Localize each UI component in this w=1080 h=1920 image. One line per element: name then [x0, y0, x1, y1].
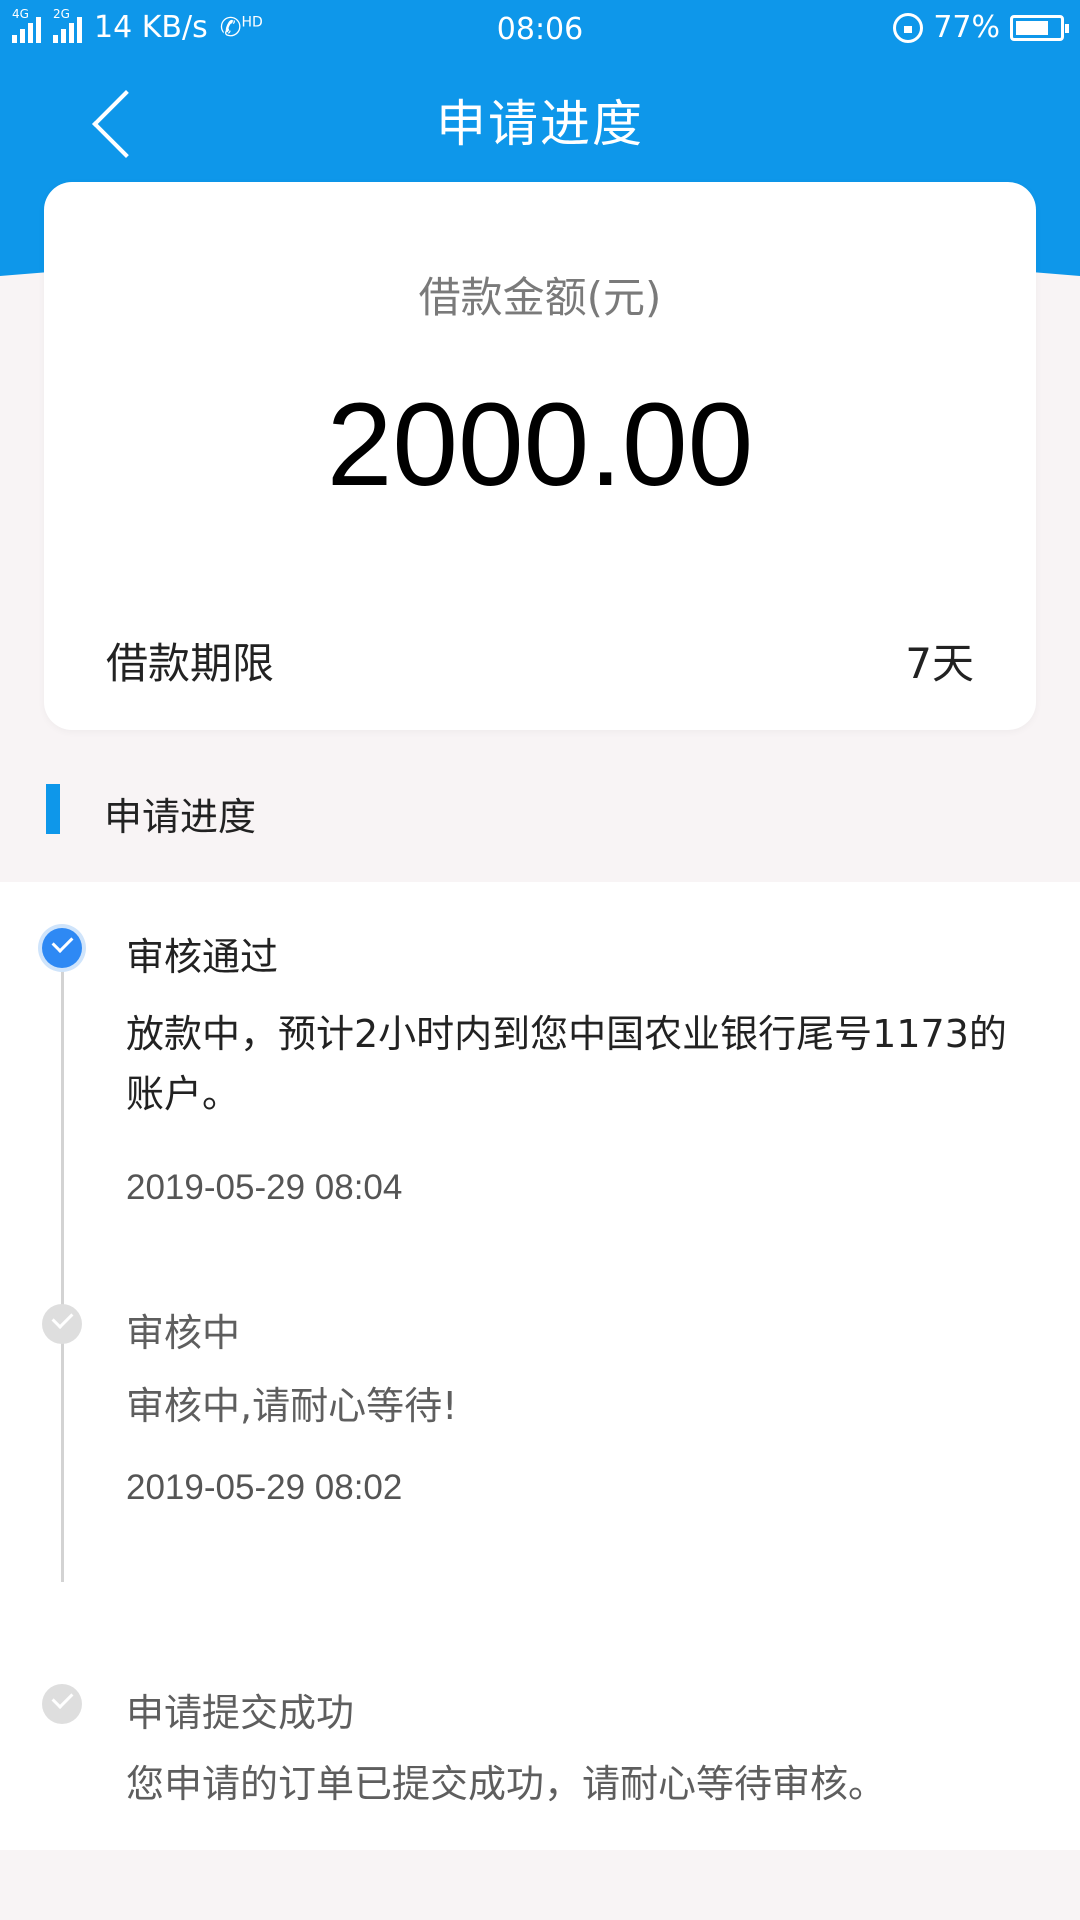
step-description: 您申请的订单已提交成功，请耐心等待审核。: [126, 1762, 887, 1806]
loan-amount-label: 借款金额(元): [418, 273, 662, 322]
timeline-line: [61, 948, 64, 1582]
section-accent-bar: [46, 784, 60, 834]
step-done-check-icon: [42, 928, 82, 968]
step-pending-check-icon: [42, 1684, 82, 1724]
rotation-lock-icon: [893, 12, 924, 43]
battery-percent: 77%: [933, 10, 1000, 45]
battery-fill: [1016, 20, 1048, 35]
loan-amount-value: 2000.00: [326, 379, 754, 511]
loan-summary-card: 借款金额(元) 2000.00 借款期限 7天: [44, 182, 1036, 730]
progress-section-header: 申请进度: [0, 770, 1080, 850]
step-title: 审核通过: [126, 935, 279, 979]
step-title: 申请提交成功: [126, 1691, 355, 1735]
check-mark: [51, 1687, 74, 1709]
page-title: 申请进度: [436, 95, 644, 153]
check-mark: [51, 1307, 74, 1329]
check-mark: [51, 931, 74, 953]
progress-section-title: 申请进度: [104, 795, 257, 839]
status-bar: 4G 2G 14 KB/s ✆HD 08:06 77%: [0, 0, 1080, 60]
step-description: 审核中,请耐心等待!: [126, 1384, 458, 1428]
progress-timeline: 审核通过 放款中，预计2小时内到您中国农业银行尾号1173的账户。 2019-0…: [0, 882, 1080, 1850]
navigation-bar: 申请进度: [0, 60, 1080, 170]
loan-term-label: 借款期限: [106, 639, 275, 688]
step-title: 审核中: [126, 1311, 241, 1355]
step-time: 2019-05-29 08:02: [126, 1468, 403, 1507]
step-pending-check-icon: [42, 1304, 82, 1344]
battery-icon: [1010, 14, 1069, 41]
step-time: 2019-05-29 08:04: [126, 1168, 403, 1207]
step-description: 放款中，预计2小时内到您中国农业银行尾号1173的账户。: [126, 1012, 1007, 1116]
status-right: 77%: [893, 10, 1069, 45]
loan-term-value: 7天: [905, 639, 974, 688]
